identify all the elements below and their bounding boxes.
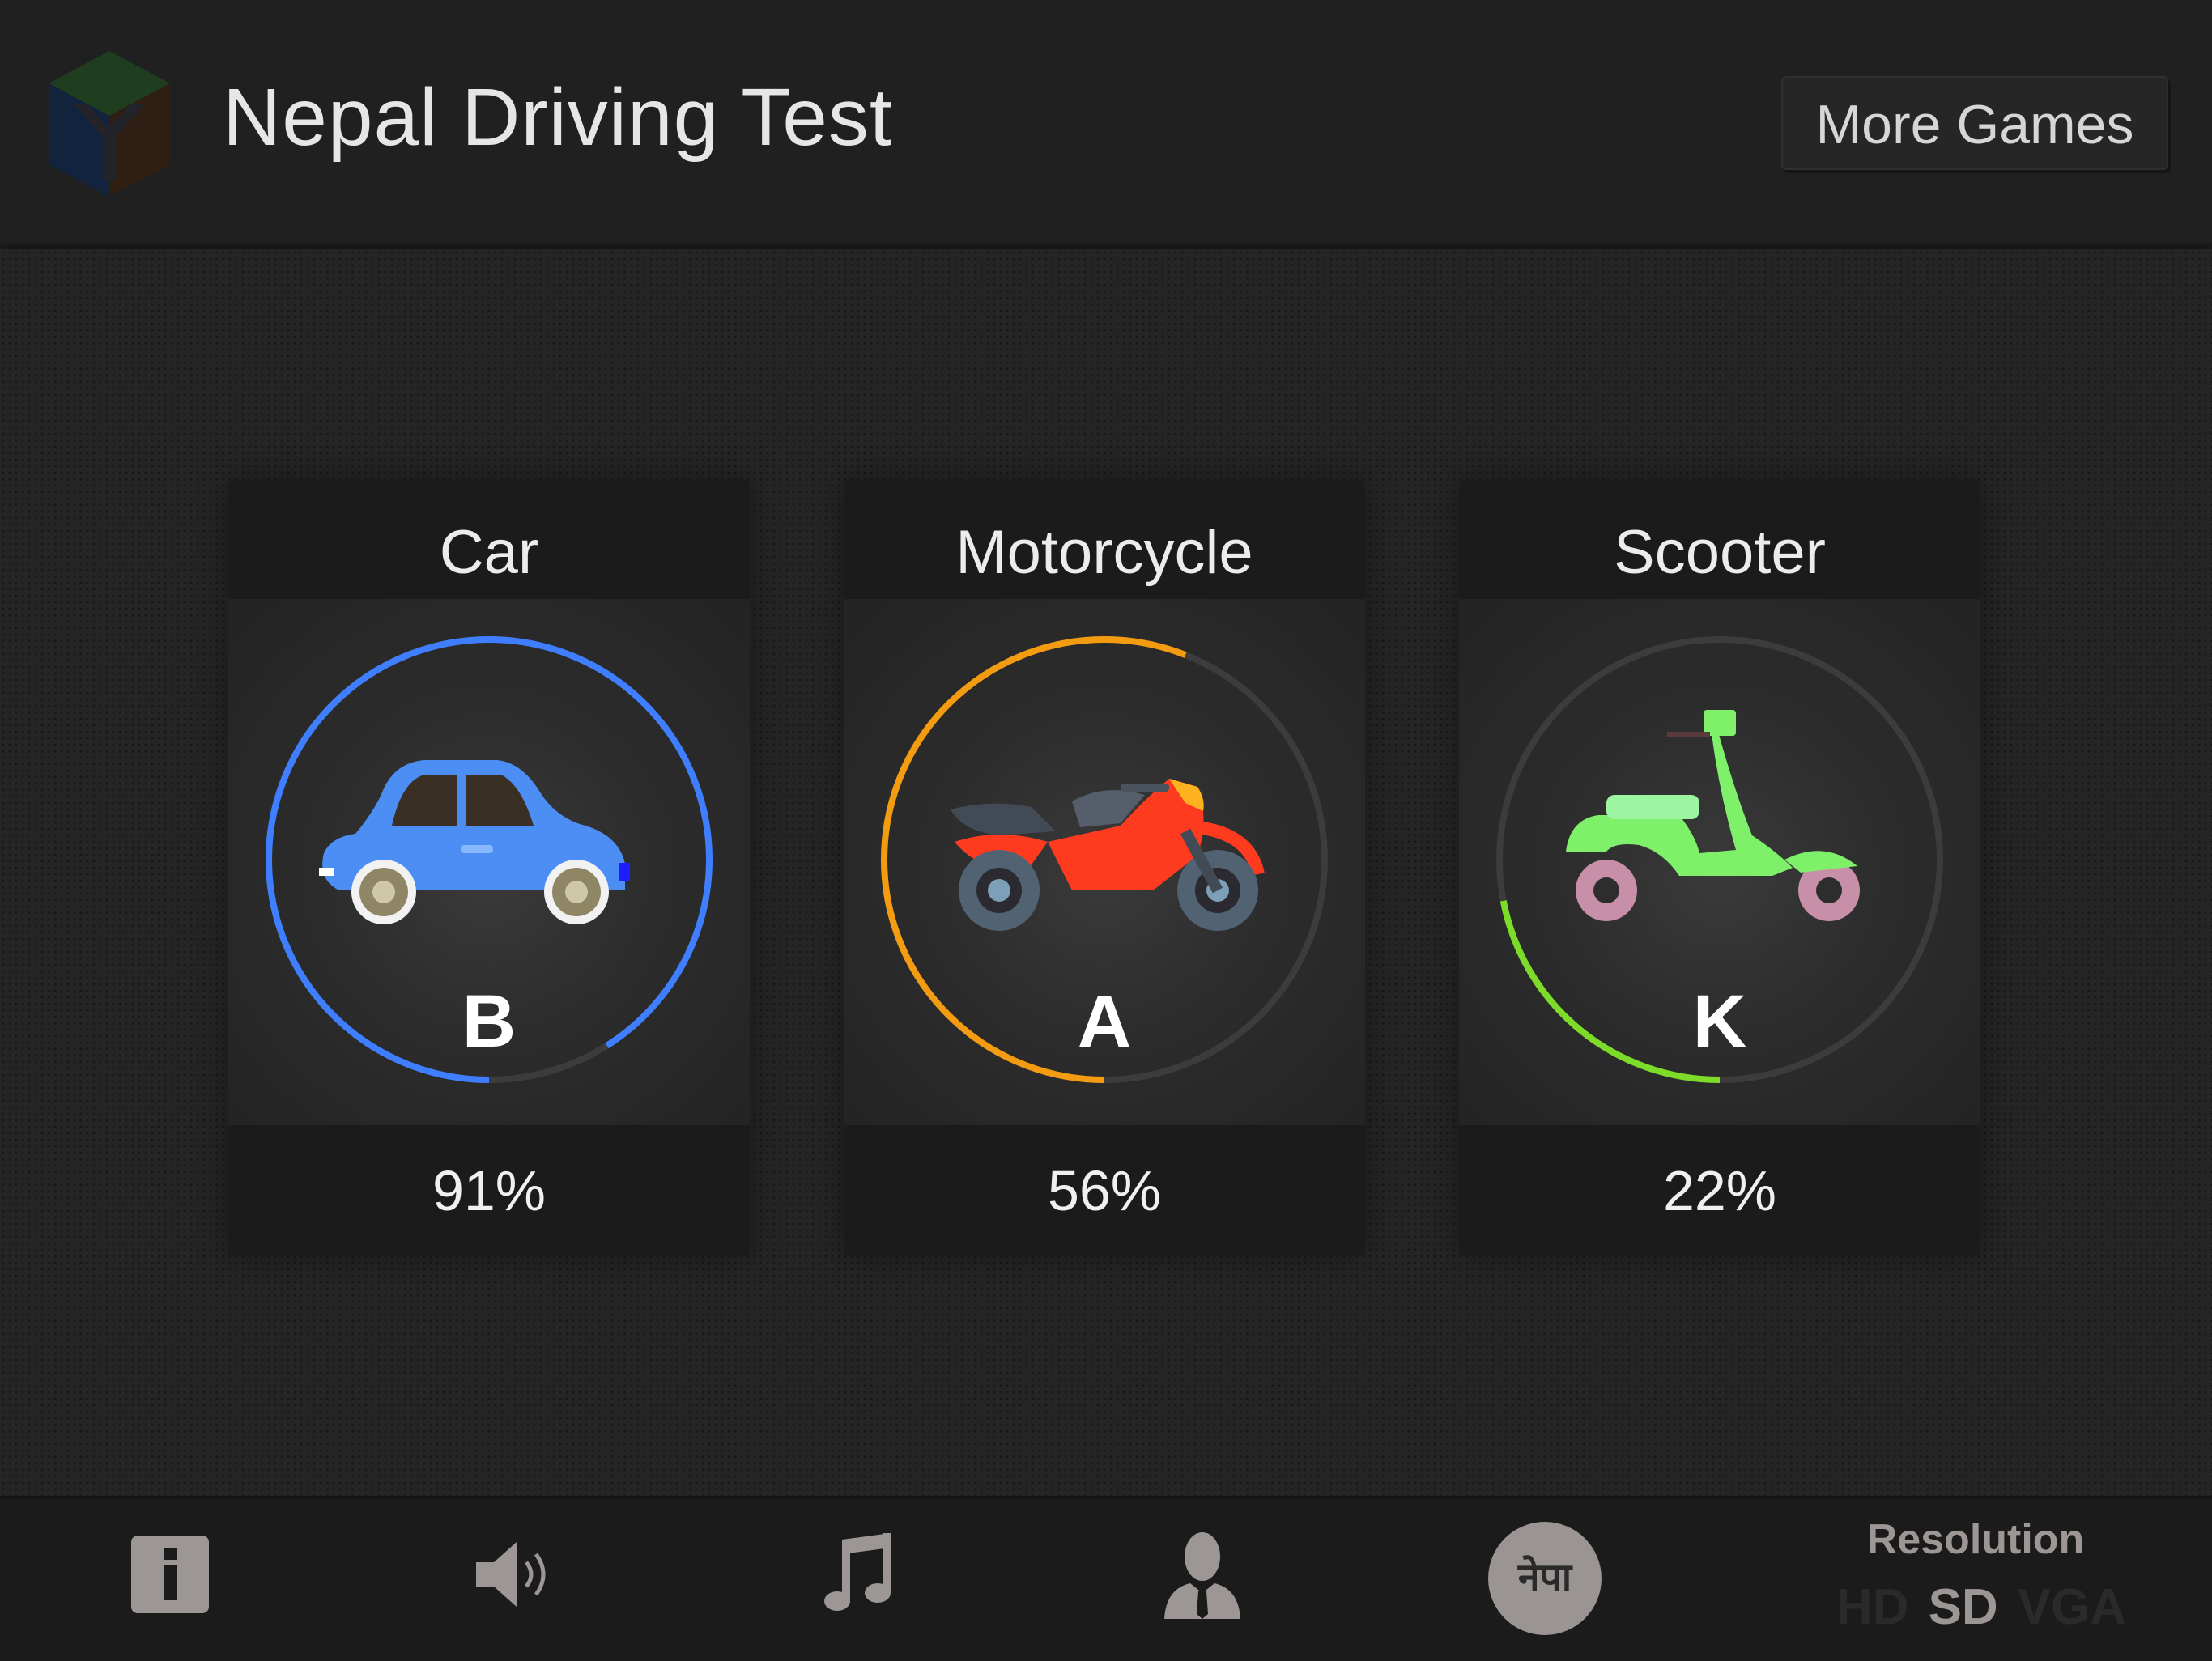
card-badge-area: A [844,599,1365,1125]
card-percent: 56% [844,1125,1365,1256]
info-icon[interactable] [130,1534,211,1615]
card-title: Motorcycle [844,479,1365,599]
grade-letter: B [462,980,517,1063]
grade-letter: A [1077,980,1132,1063]
scooter-icon [1566,710,1860,921]
card-badge-area: K [1459,599,1980,1125]
card-percent: 22% [1459,1125,1980,1256]
card-percent: 91% [228,1125,750,1256]
grade-letter: K [1692,980,1747,1063]
profile-icon[interactable] [1158,1528,1247,1621]
resolution-option-hd[interactable]: HD [1836,1578,1909,1636]
top-bar: Nepal Driving Test More Games [0,0,2212,246]
motorcycle-icon [951,779,1265,931]
resolution-selector: HD SD VGA [1827,1578,2126,1636]
resolution-option-sd[interactable]: SD [1929,1578,1998,1636]
music-icon[interactable] [818,1530,899,1619]
card-motorcycle[interactable]: Motorcycle A 56% [844,479,1365,1256]
card-title: Car [228,479,750,599]
car-icon [319,760,630,924]
resolution-option-vga[interactable]: VGA [2018,1578,2126,1636]
card-car[interactable]: Car B 91% [228,479,750,1256]
app-logo-icon [49,51,170,197]
sound-icon[interactable] [470,1530,559,1619]
resolution-label: Resolution [1866,1516,2085,1563]
card-title: Scooter [1459,479,1980,599]
more-games-button[interactable]: More Games [1781,76,2168,170]
card-badge-area: B [228,599,750,1125]
language-toggle-button[interactable]: नेपा [1488,1522,1602,1635]
card-scooter[interactable]: Scooter K 22% [1459,479,1980,1256]
app-title: Nepal Driving Test [223,72,893,163]
